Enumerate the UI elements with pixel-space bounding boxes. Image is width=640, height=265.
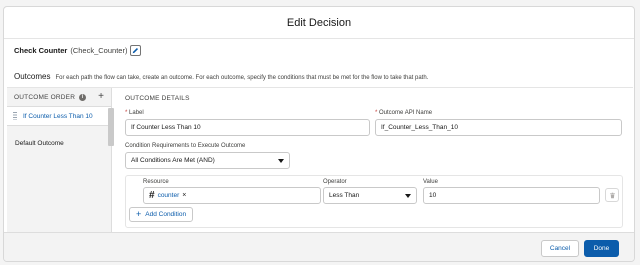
api-name-field-label: * Outcome API Name bbox=[375, 110, 432, 116]
close-icon[interactable]: × bbox=[182, 192, 186, 199]
add-outcome-button[interactable]: + bbox=[98, 92, 104, 102]
value-input-value: 10 bbox=[429, 192, 437, 199]
condition-row: Resource # counter × Operator Less Than … bbox=[125, 175, 623, 228]
requirements-select-value: All Conditions Are Met (AND) bbox=[131, 157, 215, 164]
modal-title: Edit Decision bbox=[286, 16, 352, 29]
cancel-button[interactable]: Cancel bbox=[541, 240, 579, 257]
done-button[interactable]: Done bbox=[584, 240, 619, 257]
label-input-value: If Counter Less Than 10 bbox=[131, 124, 201, 131]
chevron-down-icon bbox=[278, 159, 284, 163]
outcome-details-title: OUTCOME DETAILS bbox=[125, 95, 190, 102]
info-icon[interactable]: i bbox=[79, 93, 87, 101]
delete-condition-button[interactable] bbox=[605, 188, 619, 202]
default-outcome-item[interactable]: Default Outcome bbox=[7, 132, 111, 154]
outcomes-header: Outcomes For each path the flow can take… bbox=[14, 72, 428, 81]
drag-handle-icon[interactable] bbox=[13, 112, 17, 120]
number-variable-icon: # bbox=[149, 189, 155, 201]
modal-header: Edit Decision bbox=[4, 7, 634, 39]
decision-api-name: (Check_Counter) bbox=[70, 46, 128, 55]
label-field-label-text: Label bbox=[129, 110, 144, 116]
trash-icon bbox=[609, 192, 615, 198]
outcome-order-header: OUTCOME ORDER i + bbox=[7, 88, 111, 106]
api-name-input[interactable]: If_Counter_Less_Than_10 bbox=[375, 119, 622, 136]
pencil-icon bbox=[133, 47, 139, 54]
label-input[interactable]: If Counter Less Than 10 bbox=[125, 119, 370, 136]
operator-label: Operator bbox=[323, 179, 347, 185]
resource-pill: # counter × bbox=[149, 189, 186, 201]
requirements-select[interactable]: All Conditions Are Met (AND) bbox=[125, 152, 290, 169]
sidebar-scrollbar[interactable] bbox=[108, 108, 114, 146]
outcome-editor: OUTCOME ORDER i + If Counter Less Than 1… bbox=[7, 87, 633, 233]
decision-header: Check Counter (Check_Counter) bbox=[14, 45, 142, 56]
value-input[interactable]: 10 bbox=[423, 187, 600, 204]
operator-select[interactable]: Less Than bbox=[323, 187, 417, 204]
resource-pill-text: counter bbox=[157, 192, 180, 199]
requirements-label: Condition Requirements to Execute Outcom… bbox=[125, 143, 246, 149]
chevron-down-icon bbox=[405, 194, 411, 198]
edit-decision-button[interactable] bbox=[130, 45, 142, 56]
outcomes-help-text: For each path the flow can take, create … bbox=[55, 75, 429, 81]
plus-icon: + bbox=[136, 209, 142, 219]
operator-select-value: Less Than bbox=[329, 192, 360, 199]
value-label: Value bbox=[423, 179, 438, 185]
api-name-field-label-text: Outcome API Name bbox=[379, 110, 433, 116]
add-condition-button[interactable]: + Add Condition bbox=[129, 207, 194, 222]
api-name-input-value: If_Counter_Less_Than_10 bbox=[381, 124, 458, 131]
outcome-item-label: If Counter Less Than 10 bbox=[23, 112, 93, 120]
edit-decision-modal: Edit Decision Check Counter (Check_Count… bbox=[3, 6, 635, 262]
outcome-order-sidebar: OUTCOME ORDER i + If Counter Less Than 1… bbox=[7, 88, 114, 233]
outcomes-label: Outcomes bbox=[14, 72, 51, 81]
resource-label: Resource bbox=[143, 179, 169, 185]
label-field-label: * Label bbox=[125, 110, 144, 116]
outcome-details-panel: OUTCOME DETAILS * Label If Counter Less … bbox=[122, 88, 627, 233]
add-condition-label: Add Condition bbox=[145, 211, 187, 218]
resource-input[interactable]: # counter × bbox=[143, 187, 321, 204]
outcome-item[interactable]: If Counter Less Than 10 bbox=[7, 106, 111, 126]
outcome-order-label: OUTCOME ORDER bbox=[14, 93, 76, 101]
decision-name: Check Counter bbox=[14, 46, 68, 55]
modal-footer: Cancel Done bbox=[4, 232, 634, 261]
